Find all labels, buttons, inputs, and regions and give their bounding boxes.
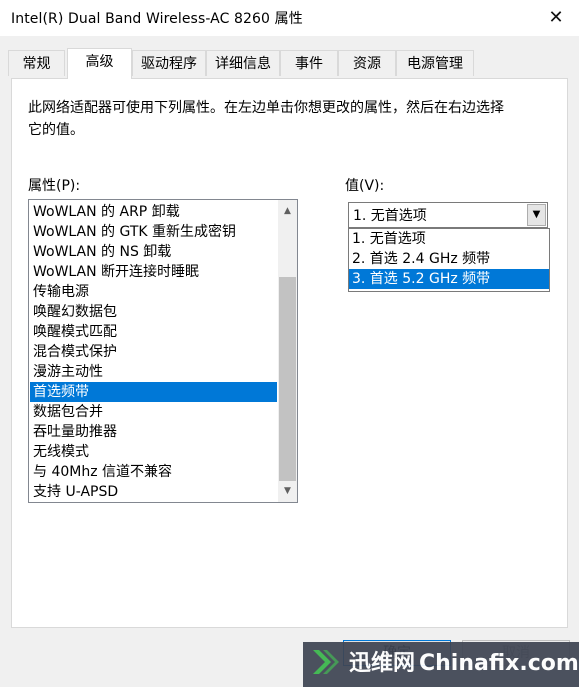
scroll-thumb[interactable] (279, 277, 296, 481)
watermark-brand-en: Chinafix.com (419, 651, 579, 676)
list-item[interactable]: WoWLAN 的 NS 卸载 (30, 242, 277, 262)
list-item[interactable]: 无线模式 (30, 442, 277, 462)
list-item[interactable]: 与 40Mhz 信道不兼容 (30, 462, 277, 482)
tab-driver[interactable]: 驱动程序 (132, 50, 206, 76)
dropdown-option[interactable]: 2. 首选 2.4 GHz 频带 (349, 249, 549, 269)
tab-resources[interactable]: 资源 (338, 50, 396, 76)
value-label: 值(V): (345, 178, 385, 194)
window-title: Intel(R) Dual Band Wireless-AC 8260 属性 (11, 11, 303, 27)
tab-details[interactable]: 详细信息 (206, 50, 280, 76)
scroll-down-icon[interactable]: ▼ (278, 483, 297, 500)
tab-power-management[interactable]: 电源管理 (396, 50, 474, 76)
tab-advanced[interactable]: 高级 (67, 48, 132, 79)
close-icon[interactable]: ✕ (541, 4, 571, 32)
tab-general[interactable]: 常规 (8, 50, 65, 76)
tab-events[interactable]: 事件 (280, 50, 338, 76)
list-item[interactable]: 传输电源 (30, 282, 277, 302)
value-combobox[interactable]: 1. 无首选项 ▼ (348, 202, 548, 228)
advanced-description: 此网络适配器可使用下列属性。在左边单击你想更改的属性，然后在右边选择它的值。 (28, 100, 504, 138)
value-current: 1. 无首选项 (353, 208, 427, 224)
list-item[interactable]: 数据包合并 (30, 402, 277, 422)
list-item[interactable]: WoWLAN 断开连接时睡眠 (30, 262, 277, 282)
list-item[interactable]: 支持 U-APSD (30, 482, 277, 502)
list-item[interactable]: WoWLAN 的 ARP 卸载 (30, 202, 277, 222)
list-item-selected[interactable]: 首选频带 (30, 382, 277, 402)
list-item[interactable]: 唤醒幻数据包 (30, 302, 277, 322)
property-scrollbar[interactable]: ▲ ▼ (278, 200, 297, 502)
list-item[interactable]: 混合模式保护 (30, 342, 277, 362)
property-listbox[interactable]: WoWLAN 的 ARP 卸载 WoWLAN 的 GTK 重新生成密钥 WoWL… (28, 199, 298, 503)
title-bar: Intel(R) Dual Band Wireless-AC 8260 属性 ✕ (0, 0, 579, 36)
dropdown-option-highlighted[interactable]: 3. 首选 5.2 GHz 频带 (349, 269, 549, 289)
list-item[interactable]: 漫游主动性 (30, 362, 277, 382)
value-dropdown-list: 1. 无首选项 2. 首选 2.4 GHz 频带 3. 首选 5.2 GHz 频… (348, 228, 550, 292)
watermark-brand-cn: 迅维网 (349, 651, 416, 676)
property-label: 属性(P): (28, 178, 81, 194)
chevron-down-icon[interactable]: ▼ (527, 204, 546, 226)
list-item[interactable]: 吞吐量助推器 (30, 422, 277, 442)
list-item[interactable]: 唤醒模式匹配 (30, 322, 277, 342)
watermark: 迅维网 Chinafix.com (303, 642, 579, 687)
dropdown-option[interactable]: 1. 无首选项 (349, 229, 549, 249)
scroll-up-icon[interactable]: ▲ (278, 203, 297, 220)
chinafix-logo-icon (313, 650, 339, 674)
list-item[interactable]: WoWLAN 的 GTK 重新生成密钥 (30, 222, 277, 242)
property-list: WoWLAN 的 ARP 卸载 WoWLAN 的 GTK 重新生成密钥 WoWL… (30, 202, 277, 502)
